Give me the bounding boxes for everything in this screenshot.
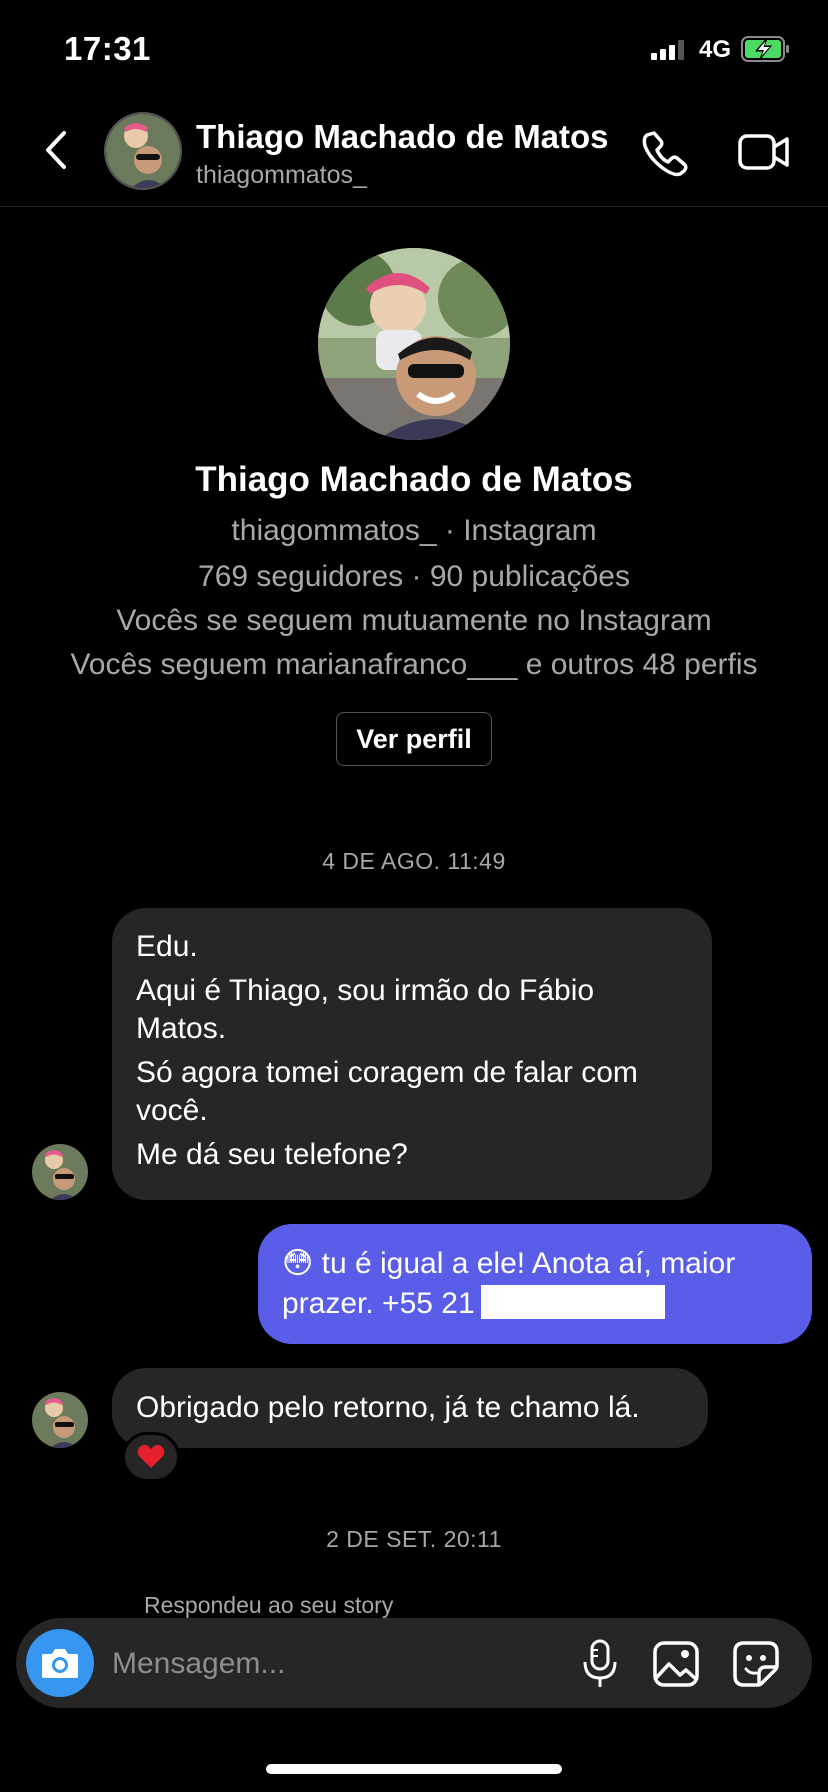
incoming-message[interactable]: Edu. Aqui é Thiago, sou irmão do Fábio M…: [112, 908, 712, 1200]
call-button[interactable]: [640, 128, 690, 178]
profile-stats: 769 seguidores · 90 publicações: [198, 560, 630, 593]
battery-icon: [741, 36, 789, 62]
outgoing-message[interactable]: 😳 tu é igual a ele! Anota aí, maior praz…: [258, 1224, 812, 1344]
sticker-button[interactable]: [732, 1640, 780, 1688]
message-timestamp: 2 DE SET. 20:11: [326, 1526, 502, 1552]
message-line: Me dá seu telefone?: [136, 1138, 408, 1171]
message-input[interactable]: [110, 1636, 554, 1692]
heart-icon: [137, 1444, 165, 1468]
header-divider: [0, 206, 828, 207]
message-line: 😳 tu é igual a ele! Anota aí, maior: [282, 1247, 736, 1280]
phone-number-prefix: prazer. +55 21: [282, 1287, 475, 1320]
phone-icon: [642, 131, 688, 177]
camera-button[interactable]: [26, 1629, 94, 1697]
header-name[interactable]: Thiago Machado de Matos: [196, 118, 609, 156]
message-line: Aqui é Thiago, sou irmão do Fábio: [136, 974, 595, 1007]
message-line: Só agora tomei coragem de falar com: [136, 1056, 638, 1089]
mutual-friends-text: Vocês seguem marianafranco___ e outros 4…: [70, 648, 758, 681]
back-icon: [46, 131, 66, 169]
message-line: Edu.: [136, 930, 198, 963]
view-profile-button[interactable]: Ver perfil: [336, 712, 492, 766]
video-call-button[interactable]: [738, 130, 790, 174]
microphone-button[interactable]: [580, 1638, 620, 1690]
video-icon: [738, 134, 789, 170]
header-avatar[interactable]: [104, 112, 182, 190]
camera-icon: [42, 1649, 78, 1678]
signal-icon: [651, 38, 684, 60]
status-time: 17:31: [64, 30, 151, 67]
header-username[interactable]: thiagommatos_: [196, 161, 367, 190]
home-indicator: [266, 1764, 562, 1774]
gallery-button[interactable]: [652, 1640, 700, 1688]
back-button[interactable]: [38, 125, 74, 175]
microphone-icon: [583, 1639, 617, 1687]
heart-reaction[interactable]: [122, 1432, 180, 1482]
message-timestamp: 4 DE AGO. 11:49: [322, 848, 506, 874]
network-label: 4G: [699, 36, 732, 63]
profile-avatar[interactable]: [318, 248, 510, 440]
profile-name: Thiago Machado de Matos: [195, 460, 633, 499]
sender-avatar[interactable]: [32, 1392, 88, 1448]
sticker-icon: [733, 1641, 779, 1687]
story-reply-label: Respondeu ao seu story: [144, 1592, 394, 1618]
message-line: prazer. +55 21: [282, 1284, 788, 1324]
mutual-follow-text: Vocês se seguem mutuamente no Instagram: [116, 604, 712, 637]
sender-avatar[interactable]: [32, 1144, 88, 1200]
redacted-phone-block: [480, 1285, 665, 1319]
profile-subtitle: thiagommatos_ · Instagram: [231, 514, 597, 547]
message-line: você.: [136, 1094, 208, 1127]
incoming-message[interactable]: Obrigado pelo retorno, já te chamo lá.: [112, 1368, 708, 1448]
message-line: Matos.: [136, 1012, 227, 1045]
gallery-icon: [653, 1641, 699, 1687]
